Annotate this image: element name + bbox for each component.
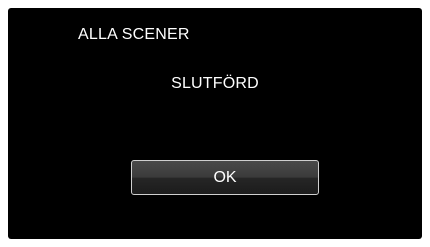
- ok-button[interactable]: OK: [131, 160, 319, 195]
- dialog-screen: ALLA SCENER SLUTFÖRD OK: [8, 8, 422, 239]
- ok-button-label: OK: [213, 168, 237, 186]
- status-message: SLUTFÖRD: [171, 75, 259, 92]
- dialog-title: ALLA SCENER: [78, 26, 190, 43]
